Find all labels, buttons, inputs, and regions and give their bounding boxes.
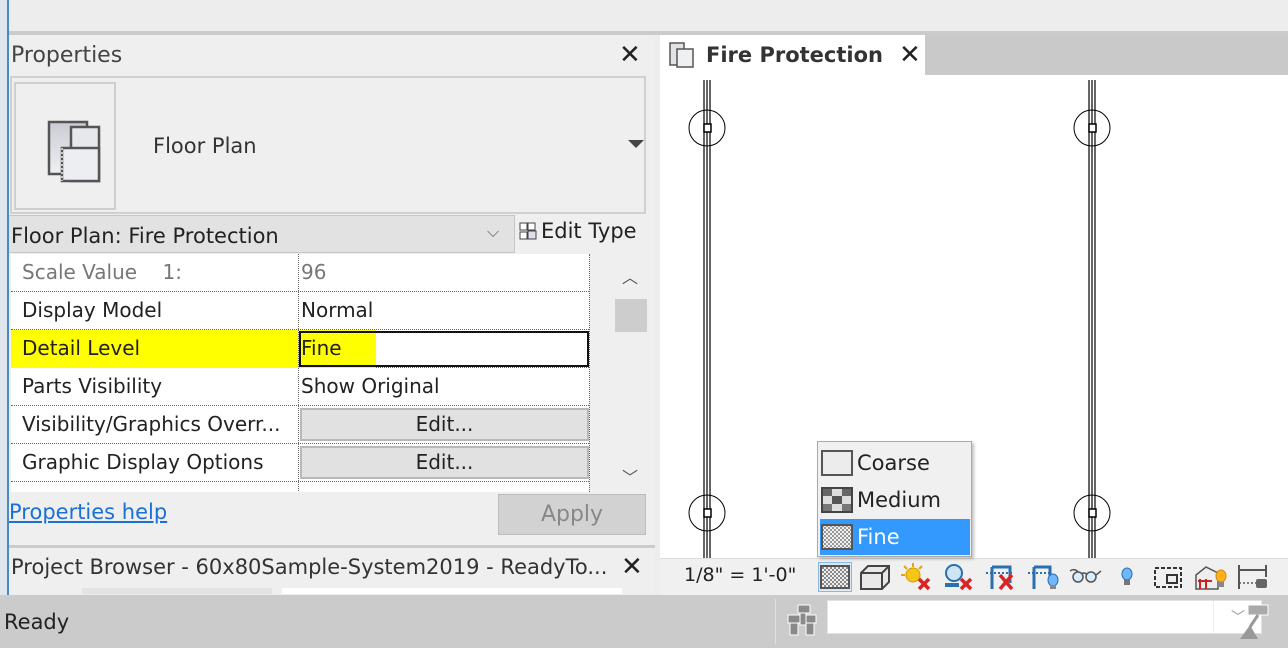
properties-scrollbar[interactable]: ︿ ﹀ — [612, 254, 647, 492]
property-value-text: Fine — [301, 336, 342, 360]
floor-plan-icon — [47, 120, 101, 183]
view-tab-close-button[interactable]: ✕ — [899, 42, 921, 68]
property-name: Display Model — [22, 298, 163, 322]
property-value[interactable]: Show Original — [298, 368, 589, 405]
visual-style-icon[interactable] — [858, 562, 892, 592]
property-row-graphic-display-options: Graphic Display Options Edit... — [11, 444, 589, 482]
property-row-scale-value: Scale Value 1: 96 — [11, 254, 589, 292]
detail-level-input[interactable] — [299, 331, 589, 367]
sun-path-off-icon[interactable] — [900, 562, 934, 592]
fine-icon — [821, 524, 853, 550]
reveal-hidden-elements-icon[interactable] — [1110, 562, 1144, 592]
project-browser-panel: Project Browser - 60x80Sample-System2019… — [9, 548, 655, 594]
properties-title: Properties — [11, 43, 123, 68]
crop-view-off-icon[interactable] — [984, 562, 1018, 592]
project-browser-title: Project Browser - 60x80Sample-System2019… — [11, 555, 608, 579]
property-name: Graphic Display Options — [22, 450, 264, 474]
detail-level-option-fine[interactable]: Fine — [820, 519, 970, 555]
status-text: Ready — [4, 610, 70, 634]
coarse-icon — [821, 450, 853, 476]
instance-filter-value: Floor Plan: Fire Protection — [11, 224, 279, 248]
property-row-display-model[interactable]: Display Model Normal — [11, 292, 589, 330]
property-value: Edit... — [298, 444, 589, 481]
detail-level-option-coarse[interactable]: Coarse — [820, 445, 970, 481]
instance-filter-dropdown[interactable]: Floor Plan: Fire Protection ⌵ — [9, 215, 515, 253]
project-browser-tree[interactable] — [82, 588, 622, 594]
property-row-parts-visibility[interactable]: Parts Visibility Show Original — [11, 368, 589, 406]
properties-panel: Properties ✕ Floor Plan Floor Plan: Fire… — [9, 35, 655, 545]
left-window-edge — [0, 0, 9, 648]
type-selector[interactable]: Floor Plan — [10, 76, 646, 214]
detail-level-icon[interactable] — [818, 562, 852, 592]
view-tab-fire-protection[interactable]: Fire Protection ✕ — [660, 35, 925, 75]
property-value-text: 96 — [301, 260, 327, 284]
property-value[interactable]: Fine — [298, 330, 589, 367]
property-value: Edit... — [298, 406, 589, 443]
visibility-graphics-edit-button[interactable]: Edit... — [300, 408, 589, 441]
sprinkler-pipe-right — [1088, 80, 1096, 560]
property-name: Scale Value 1: — [22, 260, 182, 284]
property-value-text: Normal — [301, 298, 374, 322]
property-name: Visibility/Graphics Overr... — [22, 412, 281, 436]
view-scale-button[interactable]: 1/8" = 1'-0" — [684, 564, 796, 586]
grid-divider — [589, 254, 590, 492]
chevron-down-icon: ⌵ — [487, 222, 500, 241]
worksets-icon[interactable] — [786, 603, 820, 641]
active-workset-combo[interactable]: ﹀ — [827, 600, 1262, 634]
properties-grid: Scale Value 1: 96 Display Model Normal D… — [11, 254, 589, 492]
sprinkler-pipe-left — [703, 80, 711, 560]
medium-icon — [821, 487, 853, 513]
scroll-up-icon[interactable]: ︿ — [622, 264, 638, 288]
scroll-thumb[interactable] — [615, 299, 647, 332]
property-value: 96 — [298, 254, 589, 291]
property-value[interactable]: Normal — [298, 292, 589, 329]
analytical-model-icon[interactable] — [1194, 562, 1228, 592]
property-name: Parts Visibility — [22, 374, 163, 398]
detail-level-option-medium[interactable]: Medium — [820, 482, 970, 518]
worksharing-display-icon[interactable] — [1152, 562, 1186, 592]
option-label: Coarse — [857, 451, 930, 475]
status-bar: Ready ﹀ — [0, 595, 1288, 648]
type-dropdown-arrow-icon[interactable] — [628, 140, 644, 148]
property-row-detail-level[interactable]: Detail Level Fine — [11, 330, 589, 368]
project-browser-close-button[interactable]: ✕ — [621, 554, 643, 580]
property-value — [298, 482, 589, 492]
detail-level-menu: Coarse Medium Fine — [817, 441, 972, 557]
temporary-hide-isolate-icon[interactable] — [1068, 562, 1102, 592]
floor-plan-drawing — [688, 80, 1111, 560]
apply-button[interactable]: Apply — [498, 494, 646, 535]
view-tab-bar: Fire Protection ✕ — [660, 35, 1288, 75]
scroll-down-icon[interactable]: ﹀ — [622, 464, 638, 488]
edit-type-label: Edit Type — [541, 219, 637, 243]
option-label: Medium — [857, 488, 941, 512]
graphic-display-edit-button[interactable]: Edit... — [300, 446, 589, 479]
show-crop-region-icon[interactable] — [1026, 562, 1060, 592]
editing-requests-icon[interactable] — [1238, 603, 1272, 643]
view-tab-title: Fire Protection — [706, 43, 883, 67]
property-value-text: Show Original — [301, 374, 440, 398]
edit-type-button[interactable]: Edit Type — [519, 219, 637, 243]
property-row-partial — [11, 482, 589, 492]
property-row-visibility-graphics: Visibility/Graphics Overr... Edit... — [11, 406, 589, 444]
shadows-off-icon[interactable] — [942, 562, 976, 592]
edit-type-icon — [519, 222, 537, 240]
properties-help-link[interactable]: Properties help — [9, 500, 167, 524]
view-control-bar: 1/8" = 1'-0" — [660, 558, 1288, 595]
properties-close-button[interactable]: ✕ — [619, 42, 641, 68]
floor-plan-icon — [669, 42, 694, 68]
option-label: Fine — [857, 525, 900, 549]
drawing-canvas[interactable] — [660, 75, 1288, 560]
type-thumbnail — [14, 82, 116, 210]
type-name: Floor Plan — [153, 134, 257, 158]
constraints-icon[interactable] — [1236, 562, 1270, 592]
status-divider — [775, 599, 776, 644]
property-name: Detail Level — [22, 336, 141, 360]
